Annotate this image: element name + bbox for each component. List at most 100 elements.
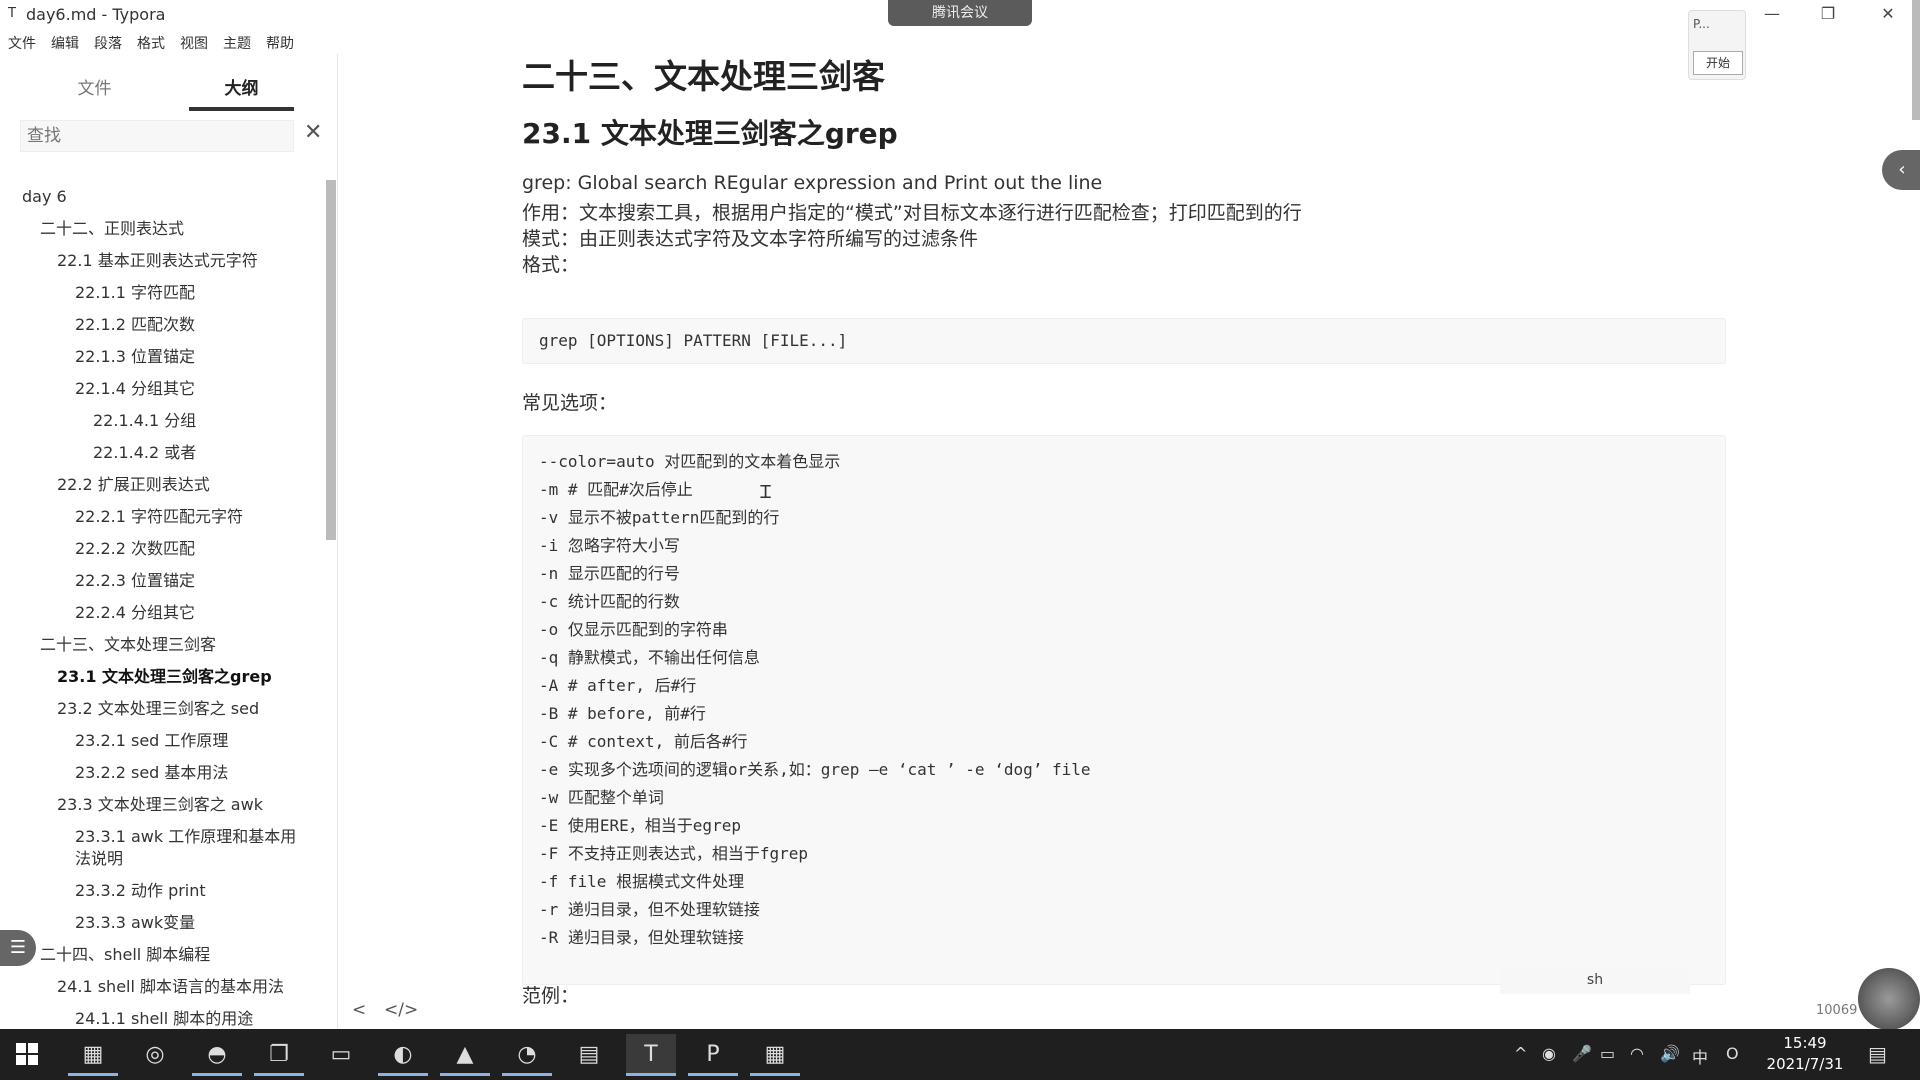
minimize-button[interactable]: — bbox=[1762, 4, 1782, 23]
outline-item-label: 23.3.1 awk 工作原理和基本用 bbox=[75, 827, 297, 846]
outline-item[interactable]: 二十三、文本处理三剑客 bbox=[40, 634, 216, 656]
menu-edit[interactable]: 编辑 bbox=[43, 30, 86, 54]
wifi-icon[interactable]: ◠ bbox=[1630, 1044, 1644, 1063]
source-mode-icon[interactable]: </> bbox=[384, 1000, 418, 1020]
right-panel-toggle-icon[interactable]: ‹ bbox=[1882, 150, 1920, 190]
avatar[interactable] bbox=[1858, 968, 1920, 1030]
close-button[interactable]: ✕ bbox=[1878, 4, 1898, 23]
outline-item[interactable]: 23.3.1 awk 工作原理和基本用 法说明 bbox=[75, 826, 296, 870]
outline-item[interactable]: 22.2 扩展正则表达式 bbox=[57, 474, 210, 496]
taskbar-app-9-icon[interactable]: ▤ bbox=[564, 1034, 614, 1076]
example-heading: 范例： bbox=[522, 985, 580, 1007]
clock[interactable]: 15:49 2021/7/31 bbox=[1760, 1033, 1850, 1075]
outline-toggle-icon[interactable]: ☰ bbox=[0, 930, 36, 966]
outline-item[interactable]: 23.2 文本处理三剑客之 sed bbox=[57, 698, 259, 720]
word-count[interactable]: 10069 bbox=[1816, 1003, 1857, 1018]
tray-overflow-icon[interactable]: ^ bbox=[1514, 1044, 1527, 1063]
outline-item[interactable]: 23.3 文本处理三剑客之 awk bbox=[57, 794, 263, 816]
taskbar-app-8-icon[interactable]: ◔ bbox=[502, 1034, 552, 1076]
taskbar-typora-icon[interactable]: T bbox=[626, 1034, 676, 1076]
code-line: -r 递归目录，但不处理软链接 bbox=[539, 900, 760, 919]
taskbar-app-6-icon[interactable]: ◐ bbox=[378, 1034, 428, 1076]
meeting-float-widget[interactable]: P... 开始 bbox=[1688, 10, 1746, 80]
taskbar-powerpoint-icon[interactable]: P bbox=[688, 1034, 738, 1076]
code-line: --color=auto 对匹配到的文本着色显示 bbox=[539, 452, 841, 471]
code-line: -o 仅显示匹配到的字符串 bbox=[539, 620, 728, 639]
outline-item[interactable]: 23.1 文本处理三剑客之grep bbox=[57, 666, 272, 688]
outline-item[interactable]: 二十四、shell 脚本编程 bbox=[40, 944, 210, 966]
taskbar-app-4-icon[interactable]: ❐ bbox=[254, 1034, 304, 1076]
menu-view[interactable]: 视图 bbox=[172, 30, 215, 54]
menu-file[interactable]: 文件 bbox=[0, 30, 43, 54]
options-heading: 常见选项： bbox=[522, 392, 618, 414]
taskbar-app-7-icon[interactable]: ▲ bbox=[440, 1034, 490, 1076]
outline-item[interactable]: 22.1.1 字符匹配 bbox=[75, 282, 195, 304]
outline-item-label: 22.1.1 字符匹配 bbox=[75, 283, 195, 302]
editor-area[interactable]: 二十三、文本处理三剑客 23.1 文本处理三剑客之grep grep: Glob… bbox=[340, 30, 1920, 1030]
outline-item[interactable]: 24.1 shell 脚本语言的基本用法 bbox=[57, 976, 284, 998]
outline-item-label: 23.1 文本处理三剑客之grep bbox=[57, 667, 272, 686]
outline-item[interactable]: 22.1.4 分组其它 bbox=[75, 378, 195, 400]
code-block-format[interactable]: grep [OPTIONS] PATTERN [FILE...] bbox=[522, 318, 1726, 364]
menu-theme[interactable]: 主题 bbox=[215, 30, 258, 54]
sidebar-scrollbar[interactable] bbox=[326, 180, 336, 540]
outline-item-label: 22.1.2 匹配次数 bbox=[75, 315, 195, 334]
outline-item[interactable]: 22.1.2 匹配次数 bbox=[75, 314, 195, 336]
search-clear-icon[interactable]: ✕ bbox=[304, 120, 322, 145]
editor-scrollbar[interactable] bbox=[1912, 0, 1920, 120]
outline-item-label: 24.1 shell 脚本语言的基本用法 bbox=[57, 977, 285, 996]
taskbar-wechat-icon[interactable]: ◓ bbox=[192, 1034, 242, 1076]
outline-item[interactable]: 22.2.1 字符匹配元字符 bbox=[75, 506, 243, 528]
outline-item-label: 22.2.2 次数匹配 bbox=[75, 539, 195, 558]
outline-item[interactable]: 24.1.1 shell 脚本的用途 bbox=[75, 1008, 253, 1030]
microphone-icon[interactable]: 🎤 bbox=[1572, 1044, 1592, 1063]
outline-item[interactable]: 22.2.4 分组其它 bbox=[75, 602, 195, 624]
back-icon[interactable]: < bbox=[352, 1000, 366, 1020]
outline-item[interactable]: 22.1.3 位置锚定 bbox=[75, 346, 195, 368]
outline-item[interactable]: 23.2.2 sed 基本用法 bbox=[75, 762, 228, 784]
menu-paragraph[interactable]: 段落 bbox=[86, 30, 129, 54]
outline-item-label: 22.1.4.1 分组 bbox=[93, 411, 197, 430]
notification-icon[interactable]: ▤ bbox=[1868, 1042, 1887, 1066]
tray-o-icon[interactable]: O bbox=[1726, 1044, 1739, 1063]
code-line: -C # context, 前后各#行 bbox=[539, 732, 748, 751]
taskbar-app-5-icon[interactable]: ▭ bbox=[316, 1034, 366, 1076]
outline-item-label: 二十二、正则表达式 bbox=[40, 219, 185, 238]
taskbar-app-2-icon[interactable]: ◎ bbox=[130, 1034, 180, 1076]
input-method-icon[interactable]: 中 bbox=[1692, 1044, 1708, 1068]
outline-item[interactable]: 二十二、正则表达式 bbox=[40, 218, 184, 240]
tray-app-icon[interactable]: ◉ bbox=[1542, 1044, 1556, 1063]
start-button[interactable]: 开始 bbox=[1693, 51, 1743, 75]
taskbar-app-12-icon[interactable]: ▦ bbox=[750, 1034, 800, 1076]
outline-item[interactable]: 23.2.1 sed 工作原理 bbox=[75, 730, 228, 752]
outline-search-input[interactable] bbox=[20, 120, 294, 152]
outline-item[interactable]: 22.1.4.1 分组 bbox=[93, 410, 196, 432]
outline-item[interactable]: 23.3.2 动作 print bbox=[75, 880, 206, 902]
menu-format[interactable]: 格式 bbox=[129, 30, 172, 54]
code-line: -n 显示匹配的行号 bbox=[539, 564, 680, 583]
code-language-label[interactable]: sh bbox=[1500, 966, 1690, 994]
outline-item[interactable]: 23.3.3 awk变量 bbox=[75, 912, 195, 934]
sidebar: 文件 大纲 ✕ day 6 二十二、正则表达式 22.1 基本正则表达式元字符 22.… bbox=[0, 54, 338, 1029]
volume-icon[interactable]: 🔊 bbox=[1660, 1044, 1680, 1063]
menu-help[interactable]: 帮助 bbox=[258, 30, 301, 54]
meeting-bar[interactable]: 腾讯会议 bbox=[888, 0, 1032, 26]
outline-item[interactable]: 22.2.2 次数匹配 bbox=[75, 538, 195, 560]
maximize-button[interactable]: ❐ bbox=[1818, 4, 1838, 23]
tab-outline[interactable]: 大纲 bbox=[189, 74, 294, 111]
taskbar-app-1-icon[interactable]: ▦ bbox=[68, 1034, 118, 1076]
outline-item-label: 22.1.4 分组其它 bbox=[75, 379, 195, 398]
tab-files[interactable]: 文件 bbox=[42, 74, 147, 107]
windows-start-icon[interactable] bbox=[16, 1043, 38, 1065]
outline-item-label: 22.1.3 位置锚定 bbox=[75, 347, 195, 366]
code-line: -E 使用ERE，相当于egrep bbox=[539, 816, 741, 835]
outline-item-label: 23.3.3 awk变量 bbox=[75, 913, 196, 932]
outline-item[interactable]: 22.2.3 位置锚定 bbox=[75, 570, 195, 592]
outline-item[interactable]: 22.1.4.2 或者 bbox=[93, 442, 196, 464]
code-line: -q 静默模式，不输出任何信息 bbox=[539, 648, 760, 667]
code-block-options[interactable]: --color=auto 对匹配到的文本着色显示 -m # 匹配#次后停止 -v 显… bbox=[522, 435, 1726, 985]
code-line: -i 忽略字符大小写 bbox=[539, 536, 680, 555]
battery-icon[interactable]: ▭ bbox=[1600, 1044, 1615, 1063]
outline-item[interactable]: day 6 bbox=[22, 186, 67, 208]
outline-item[interactable]: 22.1 基本正则表达式元字符 bbox=[57, 250, 258, 272]
